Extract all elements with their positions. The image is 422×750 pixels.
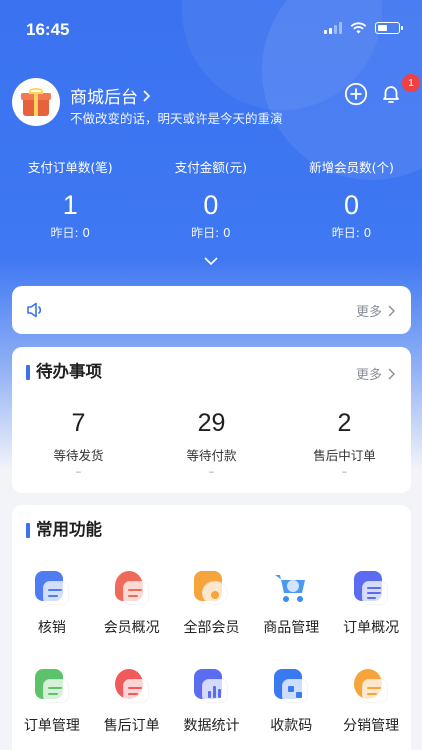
stat-yesterday: 昨日: 0 — [331, 226, 372, 240]
func-label: 全部会员 — [183, 620, 240, 636]
stat-yesterday: 昨日: 0 — [191, 226, 231, 240]
status-time: 16:45 — [26, 20, 70, 39]
verify-icon — [33, 569, 71, 607]
chevron-right-icon — [143, 89, 151, 102]
func-label: 会员概况 — [103, 620, 160, 636]
notice-more-link[interactable]: 更多 — [356, 301, 395, 320]
todo-awaiting-payment[interactable]: 29 等待付款 – — [145, 407, 278, 478]
stat-paid-orders[interactable]: 支付订单数(笔) 1 昨日: 0 — [0, 158, 141, 241]
todo-value: 29 — [197, 409, 226, 437]
store-header: 商城后台 不做改变的话，明天或许是今天的重演 1 — [12, 74, 420, 130]
stats-icon — [192, 667, 230, 705]
battery-icon — [375, 22, 403, 34]
functions-card: 常用功能 核销 会员概况 全部会员 商品管理 订单概况 订单管理 售后订单 数据… — [12, 505, 411, 750]
chevron-right-icon — [388, 305, 395, 316]
all-members-icon — [192, 569, 230, 607]
stat-label: 支付订单数(笔) — [27, 160, 113, 175]
func-order-overview[interactable]: 订单概况 — [331, 565, 411, 663]
after-sale-icon — [113, 667, 151, 705]
todo-after-sale-orders[interactable]: 2 售后中订单 – — [278, 407, 411, 478]
stats-row: 支付订单数(笔) 1 昨日: 0 支付金额(元) 0 昨日: 0 新增会员数(个… — [0, 158, 422, 241]
todo-dash: – — [208, 465, 215, 478]
notice-bar[interactable]: 更多 — [12, 286, 411, 334]
notification-badge: 1 — [402, 74, 420, 92]
stat-paid-amount[interactable]: 支付金额(元) 0 昨日: 0 — [141, 158, 282, 241]
func-label: 订单管理 — [23, 718, 80, 734]
func-label: 数据统计 — [183, 718, 240, 734]
stat-new-members[interactable]: 新增会员数(个) 0 昨日: 0 — [281, 158, 422, 241]
functions-title: 常用功能 — [26, 519, 102, 541]
todo-items: 7 等待发货 – 29 等待付款 – 2 售后中订单 – — [12, 407, 411, 478]
avatar[interactable] — [12, 78, 60, 126]
wifi-icon — [350, 22, 367, 34]
more-label: 更多 — [355, 368, 382, 383]
cart-icon — [272, 569, 310, 607]
more-label: 更多 — [355, 305, 382, 320]
todo-label: 等待发货 — [53, 448, 104, 463]
order-overview-icon — [352, 569, 390, 607]
store-slogan: 不做改变的话，明天或许是今天的重演 — [70, 111, 283, 126]
func-label: 分销管理 — [343, 718, 400, 734]
func-order-management[interactable]: 订单管理 — [12, 663, 92, 750]
func-label: 收款码 — [270, 718, 313, 734]
status-bar: 16:45 — [0, 0, 422, 58]
stat-label: 支付金额(元) — [174, 160, 248, 175]
speaker-icon — [27, 302, 42, 318]
stat-value: 1 — [62, 190, 78, 220]
distribution-icon — [352, 667, 390, 705]
bell-icon[interactable] — [379, 82, 403, 106]
chevron-down-icon[interactable] — [203, 254, 219, 268]
func-payment-code[interactable]: 收款码 — [251, 663, 331, 750]
todo-dash: – — [75, 465, 82, 478]
stat-label: 新增会员数(个) — [309, 160, 394, 175]
chevron-right-icon — [388, 368, 395, 379]
add-icon[interactable] — [344, 82, 368, 106]
func-member-overview[interactable]: 会员概况 — [92, 565, 172, 663]
func-after-sale-orders[interactable]: 售后订单 — [92, 663, 172, 750]
order-manage-icon — [33, 667, 71, 705]
status-icons — [324, 22, 403, 34]
gift-icon — [21, 88, 51, 116]
functions-row: 订单管理 售后订单 数据统计 收款码 分销管理 — [12, 663, 411, 750]
stat-value: 0 — [343, 190, 359, 220]
func-distribution-management[interactable]: 分销管理 — [331, 663, 411, 750]
func-label: 商品管理 — [263, 620, 320, 636]
todo-more-link[interactable]: 更多 — [356, 364, 395, 383]
todo-card: 待办事项 更多 7 等待发货 – 29 等待付款 – 2 售后中订单 – — [12, 347, 411, 493]
signal-icon — [324, 22, 342, 34]
todo-label: 售后中订单 — [313, 448, 376, 463]
stat-yesterday: 昨日: 0 — [50, 226, 91, 240]
todo-title: 待办事项 — [26, 361, 102, 383]
todo-awaiting-shipment[interactable]: 7 等待发货 – — [12, 407, 145, 478]
todo-value: 2 — [337, 409, 352, 437]
func-label: 订单概况 — [343, 620, 400, 636]
func-verify[interactable]: 核销 — [12, 565, 92, 663]
member-overview-icon — [113, 569, 151, 607]
store-name-link[interactable]: 商城后台 — [70, 83, 151, 108]
payment-code-icon — [272, 667, 310, 705]
func-product-management[interactable]: 商品管理 — [251, 565, 331, 663]
func-all-members[interactable]: 全部会员 — [172, 565, 252, 663]
todo-dash: – — [341, 465, 348, 478]
functions-grid: 核销 会员概况 全部会员 商品管理 订单概况 订单管理 售后订单 数据统计 收款… — [12, 565, 411, 750]
func-label: 售后订单 — [103, 718, 160, 734]
todo-value: 7 — [71, 409, 86, 437]
store-name: 商城后台 — [70, 88, 138, 108]
func-data-statistics[interactable]: 数据统计 — [172, 663, 252, 750]
func-label: 核销 — [37, 620, 66, 636]
todo-label: 等待付款 — [186, 448, 237, 463]
functions-row: 核销 会员概况 全部会员 商品管理 订单概况 — [12, 565, 411, 663]
stat-value: 0 — [203, 190, 219, 220]
